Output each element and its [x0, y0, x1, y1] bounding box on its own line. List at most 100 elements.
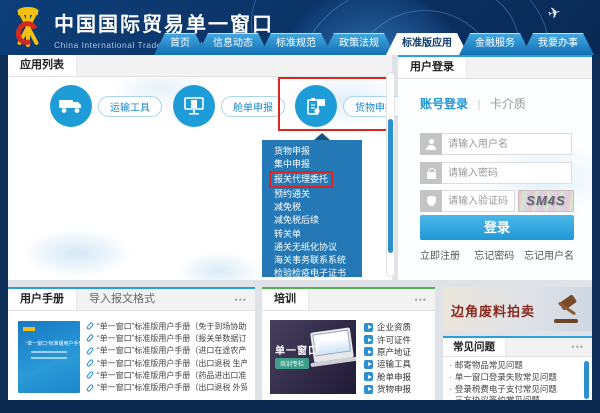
paperclip-icon: [86, 371, 94, 380]
book-cover-mark: [23, 327, 35, 331]
truck-icon: [50, 85, 92, 127]
training-image-badge: 培训专栏: [275, 358, 309, 369]
play-icon: [364, 335, 373, 344]
username-field-group: [420, 133, 572, 155]
manifest-icon: [173, 85, 215, 127]
list-item[interactable]: 登录税费电子支付常见问题: [449, 384, 581, 396]
page: ✈ 中国国际贸易单一窗口 China International Trade S…: [0, 0, 600, 413]
menu-item-cargo-declaration[interactable]: 货物申报: [262, 145, 362, 158]
list-item[interactable]: “单一窗口”标准版用户手册（报关单数据订阅...: [88, 332, 248, 344]
training-image-title: 单一窗口: [275, 342, 319, 357]
app-panel-scrollbar[interactable]: [386, 72, 395, 277]
page-footer: [0, 400, 600, 413]
paperclip-icon: [86, 346, 94, 355]
list-item[interactable]: “单一窗口”标准版用户手册（药品进出口准许...: [88, 369, 248, 381]
forgot-password-link[interactable]: 忘记密码: [474, 251, 514, 262]
app-manifest-declaration[interactable]: 舱单申报: [173, 85, 285, 127]
user-icon: [420, 133, 442, 155]
password-field-group: [420, 162, 572, 184]
manuals-list: “单一窗口”标准版用户手册（免于到场协助查... “单一窗口”标准版用户手册（报…: [88, 320, 248, 394]
menu-item-tax-reduction[interactable]: 减免税: [262, 201, 362, 214]
nav-tab-standard-apps[interactable]: 标准版应用: [386, 33, 468, 55]
main-nav: 首页 信息动态 标准规范 政策法规 标准版应用 金融服务 我要办事: [163, 33, 594, 55]
login-mode-switch: 账号登录 | 卡介质: [420, 95, 526, 112]
application-list-header: 应用列表: [8, 55, 392, 77]
mode-separator: |: [477, 97, 480, 111]
nav-tab-services[interactable]: 我要办事: [522, 33, 594, 55]
faq-header: 常见问题 •••: [443, 338, 592, 357]
tab-user-manual[interactable]: 用户手册: [8, 289, 77, 310]
header: ✈ 中国国际贸易单一窗口 China International Trade S…: [0, 0, 600, 55]
play-icon: [364, 347, 373, 356]
play-icon: [364, 385, 373, 394]
cargo-dropdown-menu: 货物申报 集中申报 报关代理委托 预约通关 减免税 减免税后续 转关单 通关无纸…: [262, 140, 362, 277]
tab-faq[interactable]: 常见问题: [443, 338, 506, 356]
login-button[interactable]: 登录: [420, 215, 574, 240]
airplane-icon: ✈: [546, 3, 562, 23]
app-label: 舱单申报: [221, 96, 285, 117]
list-item[interactable]: “单一窗口”标准版用户手册（免于到场协助查...: [88, 320, 248, 332]
manuals-header: 用户手册 导入报文格式 •••: [8, 289, 255, 311]
list-item[interactable]: 单一窗口登录失败常见问题: [449, 372, 581, 384]
tab-import-message-format[interactable]: 导入报文格式: [77, 289, 167, 310]
tab-training[interactable]: 培训: [262, 289, 309, 310]
login-header: 用户登录: [398, 57, 592, 79]
paperclip-icon: [86, 334, 94, 343]
list-item[interactable]: “单一窗口”标准版用户手册（出口退税 外贸...: [88, 381, 248, 393]
scrollbar-thumb[interactable]: [388, 119, 393, 253]
auction-banner-title: 边角废料拍卖: [451, 301, 535, 320]
dropdown-arrow-icon: [314, 133, 330, 140]
application-list-panel: 应用列表 运输工具 舱单申报 货物申报: [8, 55, 392, 280]
menu-item-customs-affairs-system[interactable]: 海关事务联系系统: [262, 254, 362, 267]
list-item[interactable]: 原产地证: [364, 346, 434, 358]
list-item[interactable]: 许可证件: [364, 333, 434, 345]
menu-item-appointment-clearance[interactable]: 预约通关: [262, 188, 362, 201]
list-item[interactable]: 舱单申报: [364, 371, 434, 383]
tab-account-login[interactable]: 账号登录: [420, 97, 468, 111]
user-login-panel: 用户登录 账号登录 | 卡介质 SM4S 登录 立即注册 忘记密码 忘记用户名: [398, 55, 592, 280]
more-icon[interactable]: •••: [572, 338, 592, 356]
training-header: 培训 •••: [262, 289, 435, 311]
customs-caduceus-logo: [10, 5, 46, 50]
nav-tab-news[interactable]: 信息动态: [197, 33, 269, 55]
training-list: 企业资质 许可证件 原产地证 运输工具 舱单申报 货物申报: [364, 321, 434, 394]
tab-card-login[interactable]: 卡介质: [490, 97, 526, 111]
manual-book-cover[interactable]: “单一窗口”标准版用户手册: [18, 321, 80, 393]
forgot-username-link[interactable]: 忘记用户名: [524, 251, 574, 262]
app-transport-tools[interactable]: 运输工具: [50, 85, 162, 127]
list-item[interactable]: “单一窗口”标准版用户手册（出口退税 生产...: [88, 357, 248, 369]
register-link[interactable]: 立即注册: [420, 247, 460, 262]
list-item[interactable]: “单一窗口”标准版用户手册（进口在途农产品...: [88, 345, 248, 357]
username-input[interactable]: [442, 133, 572, 155]
more-icon[interactable]: •••: [235, 289, 255, 310]
list-item[interactable]: 邮寄物品常见问题: [449, 360, 581, 372]
scrap-auction-banner[interactable]: 边角废料拍卖: [443, 287, 592, 331]
menu-item-transit-form[interactable]: 转关单: [262, 228, 362, 241]
menu-item-customs-broker-delegation[interactable]: 报关代理委托: [262, 171, 362, 188]
nav-tab-standards[interactable]: 标准规范: [260, 33, 332, 55]
captcha-field-group: [420, 190, 515, 212]
list-item[interactable]: 企业资质: [364, 321, 434, 333]
faq-panel: 常见问题 ••• 邮寄物品常见问题 单一窗口登录失败常见问题 登录税费电子支付常…: [443, 336, 592, 400]
tab-user-login[interactable]: 用户登录: [398, 57, 467, 78]
list-item[interactable]: 运输工具: [364, 358, 434, 370]
menu-item-centralized-declaration[interactable]: 集中申报: [262, 158, 362, 171]
captcha-input[interactable]: [442, 190, 515, 212]
captcha-image[interactable]: SM4S: [518, 190, 574, 212]
nav-tab-finance[interactable]: 金融服务: [459, 33, 531, 55]
shield-icon: [420, 190, 442, 212]
gavel-icon: [552, 295, 582, 323]
nav-tab-policies[interactable]: 政策法规: [323, 33, 395, 55]
tab-application-list[interactable]: 应用列表: [8, 55, 77, 76]
faq-scrollbar[interactable]: [584, 361, 589, 399]
paperclip-icon: [86, 322, 94, 331]
faq-list: 邮寄物品常见问题 单一窗口登录失败常见问题 登录税费电子支付常见问题 三方协议签…: [449, 360, 581, 402]
menu-item-tax-reduction-followup[interactable]: 减免税后续: [262, 214, 362, 227]
paperclip-icon: [86, 359, 94, 368]
list-item[interactable]: 货物申报: [364, 383, 434, 394]
password-input[interactable]: [442, 162, 572, 184]
menu-item-inspection-certificate[interactable]: 检验检疫电子证书: [262, 267, 362, 280]
training-promo-image[interactable]: 单一窗口 培训专栏: [270, 320, 356, 394]
menu-item-paperless-agreement[interactable]: 通关无纸化协议: [262, 241, 362, 254]
more-icon[interactable]: •••: [415, 289, 435, 310]
